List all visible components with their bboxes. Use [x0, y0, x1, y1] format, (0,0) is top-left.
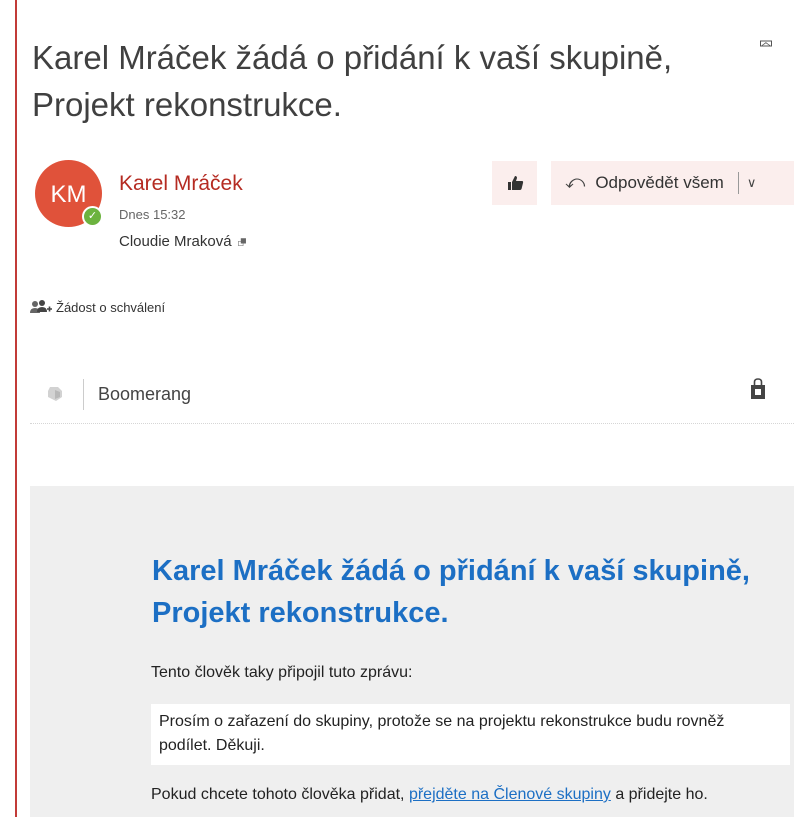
quoted-message: Prosím o zařazení do skupiny, protože se…: [151, 704, 790, 765]
avatar-initials: KM: [50, 181, 87, 208]
boomerang-addin[interactable]: Boomerang: [98, 384, 191, 405]
chevron-down-icon[interactable]: ∨: [747, 175, 757, 191]
thumbs-up-icon: [507, 176, 523, 190]
body-heading: Karel Mráček žádá o přidání k vaší skupi…: [152, 555, 750, 630]
message-subject: Karel Mráček žádá o přidání k vaší skupi…: [32, 39, 673, 124]
recipient-line[interactable]: Cloudie Mraková ⮻: [119, 233, 246, 253]
header-body-divider: [30, 423, 794, 424]
reply-all-icon: ⤺: [565, 172, 586, 193]
quoted-message-text: Prosím o zařazení do skupiny, protože se…: [159, 713, 725, 754]
reply-divider: [737, 172, 739, 194]
action-prefix: Pokud chcete tohoto člověka přidat,: [151, 786, 405, 803]
sent-time: Dnes 15:32: [119, 207, 186, 222]
addin-divider: [83, 379, 84, 410]
approval-request-label: Žádost o schválení: [30, 299, 165, 315]
presence-available-icon: ✓: [82, 206, 103, 227]
intro-text: Tento člověk taky připojil tuto zprávu:: [151, 664, 413, 681]
store-bag-icon[interactable]: [750, 378, 766, 400]
addins-bar: Boomerang: [30, 375, 790, 415]
double-chevron-down-icon[interactable]: ⮻: [238, 237, 247, 249]
reply-all-label: Odpovědět všem: [595, 173, 724, 192]
action-suffix: a přidejte ho.: [615, 786, 708, 803]
like-button[interactable]: [492, 161, 537, 205]
message-body-panel: [30, 486, 794, 817]
boomerang-icon[interactable]: [46, 385, 64, 403]
group-members-link[interactable]: přejděte na Členové skupiny: [409, 786, 611, 803]
recipient-name[interactable]: Cloudie Mraková: [119, 233, 232, 250]
collapse-header-button[interactable]: ⮹: [751, 30, 781, 60]
sender-name[interactable]: Karel Mráček: [119, 172, 243, 196]
reply-all-button[interactable]: ⤺ Odpovědět všem ∨: [551, 161, 794, 205]
approval-text: Žádost o schválení: [56, 299, 166, 315]
reading-pane-accent-border: [15, 0, 17, 817]
double-chevron-up-icon: ⮹: [758, 34, 774, 56]
action-instructions: Pokud chcete tohoto člověka přidat, přej…: [151, 786, 708, 804]
people-add-icon: [30, 300, 52, 313]
